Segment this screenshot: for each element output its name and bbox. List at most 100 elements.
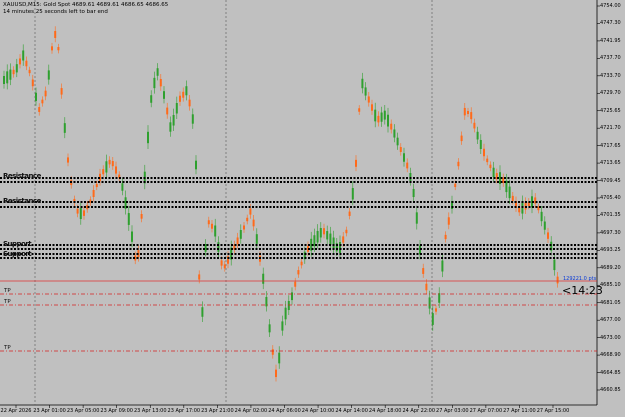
time-tick-label: 27 Apr 03:00	[436, 408, 469, 414]
candles-group	[3, 26, 559, 382]
candle-body	[191, 114, 194, 124]
candlestick-chart[interactable]	[0, 0, 625, 417]
candle-body	[214, 225, 217, 237]
candle-body	[220, 260, 223, 266]
candle-body	[377, 115, 380, 123]
candle-body	[156, 68, 159, 76]
price-tick-label: 4697.30	[600, 229, 621, 236]
candle-body	[547, 232, 549, 239]
price-tick-label: 4693.25	[600, 247, 621, 254]
candle-body	[431, 313, 434, 325]
candle-body	[348, 211, 351, 216]
time-tick-label: 24 Apr 02:00	[234, 408, 268, 414]
candle-body	[12, 69, 15, 75]
time-tick-label: 23 Apr 17:00	[167, 408, 201, 414]
candle-body	[511, 195, 514, 201]
candle-body	[271, 349, 274, 355]
candle-body	[102, 169, 105, 175]
candle-body	[441, 260, 444, 272]
candle-body	[518, 207, 521, 213]
candle-body	[25, 60, 28, 67]
candle-body	[223, 264, 226, 269]
candle-body	[121, 183, 124, 191]
candle-body	[329, 233, 332, 245]
candle-body	[457, 161, 460, 167]
candle-body	[342, 236, 345, 243]
candle-body	[543, 221, 546, 230]
candle-body	[201, 307, 204, 317]
candle-body	[9, 69, 12, 80]
bar-countdown: <14:23	[562, 284, 603, 297]
candle-body	[31, 79, 34, 87]
price-tick-label: 4660.85	[600, 387, 621, 393]
candle-body	[367, 96, 370, 103]
candle-body	[198, 274, 201, 280]
candle-body	[105, 161, 108, 173]
price-tick-label: 4705.40	[600, 195, 621, 201]
candle-body	[364, 87, 367, 96]
candle-body	[374, 109, 377, 122]
candle-body	[246, 217, 249, 222]
candle-body	[447, 217, 450, 225]
candle-body	[332, 237, 335, 249]
candle-body	[406, 162, 409, 169]
candle-body	[268, 324, 271, 333]
candle-body	[467, 110, 469, 115]
price-chart[interactable]: XAUUSD,M15: Gold Spot 4689.61 4689.61 46…	[0, 0, 625, 417]
price-tick-label: 4701.35	[600, 212, 621, 219]
candle-body	[108, 159, 111, 165]
candle-body	[111, 161, 114, 167]
candle-body	[166, 107, 169, 115]
candle-body	[182, 91, 185, 98]
time-tick-label: 24 Apr 14:00	[335, 408, 368, 414]
candle-body	[140, 213, 143, 219]
candle-body	[444, 234, 447, 240]
price-tick-label: 4729.70	[600, 90, 621, 97]
price-tick-label: 4754.00	[600, 3, 621, 9]
candle-body	[28, 69, 31, 74]
candle-body	[3, 75, 5, 85]
time-tick-label: 27 Apr 11:00	[503, 408, 536, 414]
time-tick-label: 23 Apr 09:00	[100, 408, 133, 414]
candle-body	[479, 139, 482, 150]
candle-body	[403, 153, 405, 162]
candle-body	[175, 102, 178, 114]
candle-body	[195, 160, 197, 170]
candle-body	[284, 307, 287, 320]
time-tick-label: 23 Apr 01:00	[33, 408, 66, 414]
candle-body	[399, 147, 402, 152]
candle-body	[6, 71, 9, 84]
candle-body	[492, 167, 495, 178]
candle-body	[291, 292, 293, 301]
candle-body	[483, 148, 485, 157]
candle-body	[35, 92, 37, 101]
time-tick-label: 23 Apr 13:00	[133, 408, 167, 414]
candle-body	[415, 212, 418, 224]
candle-body	[51, 46, 53, 51]
candle-body	[508, 186, 511, 199]
candle-body	[217, 242, 220, 252]
candle-body	[41, 99, 44, 104]
candle-body	[300, 261, 303, 266]
price-tick-label: 4689.20	[600, 264, 621, 271]
candle-body	[390, 123, 393, 130]
candle-body	[463, 107, 466, 116]
candle-body	[281, 321, 284, 331]
candle-body	[358, 108, 361, 112]
candle-body	[249, 208, 252, 215]
candle-body	[454, 183, 457, 188]
candle-body	[553, 259, 556, 271]
candle-body	[95, 183, 98, 188]
candle-body	[38, 107, 41, 112]
candle-body	[127, 213, 130, 225]
candle-body	[387, 114, 389, 127]
candle-body	[345, 229, 348, 234]
candle-body	[422, 268, 425, 274]
candle-body	[44, 90, 47, 97]
candle-body	[22, 50, 25, 61]
candle-body	[396, 137, 399, 146]
candle-body	[159, 78, 162, 87]
time-tick-label: 27 Apr 07:00	[469, 408, 503, 414]
price-tick-label: 4677.00	[600, 317, 621, 324]
candle-body	[179, 95, 181, 102]
